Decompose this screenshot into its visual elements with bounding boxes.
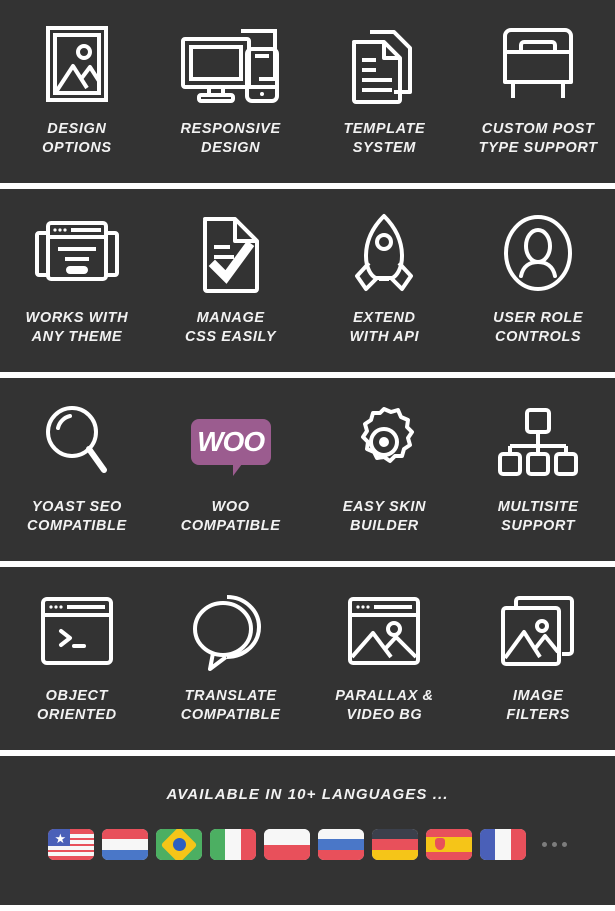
flag-spain[interactable] [426, 829, 472, 860]
speech-bubbles-icon [192, 587, 269, 675]
documents-icon [348, 20, 420, 108]
feature-grid-page: DESIGN OPTIONS RESPONSIVE DESIGN TEMPLAT… [0, 0, 615, 911]
feature-label: IMAGE FILTERS [506, 688, 570, 723]
feature-row-3: YOAST SEO COMPATIBLE WOO WOO COMPATIBLE … [0, 378, 615, 561]
feature-cell-manage-css-easily[interactable]: MANAGE CSS EASILY [154, 189, 308, 372]
flag-russia[interactable] [318, 829, 364, 860]
flag-netherlands[interactable] [102, 829, 148, 860]
feature-label: MULTISITE SUPPORT [497, 499, 579, 534]
flag-poland[interactable] [264, 829, 310, 860]
flag-united-states[interactable]: ★ [48, 829, 94, 860]
woo-badge: WOO [190, 419, 271, 476]
dot [552, 842, 557, 847]
feature-label: USER ROLE CONTROLS [493, 310, 584, 345]
dot [542, 842, 547, 847]
feature-cell-design-options[interactable]: DESIGN OPTIONS [0, 0, 154, 183]
feature-label: DESIGN OPTIONS [42, 121, 112, 156]
archive-box-icon [501, 20, 575, 108]
user-circle-icon [503, 209, 573, 297]
flag-france[interactable] [480, 829, 526, 860]
browser-windows-icon [34, 209, 120, 297]
feature-row-1: DESIGN OPTIONS RESPONSIVE DESIGN TEMPLAT… [0, 0, 615, 183]
image-stack-icon [500, 587, 576, 675]
feature-cell-user-role-controls[interactable]: USER ROLE CONTROLS [461, 189, 615, 372]
woo-logo-icon: WOO [190, 398, 271, 486]
feature-label: TRANSLATE COMPATIBLE [180, 688, 281, 723]
feature-label: EXTEND WITH API [349, 310, 420, 345]
woo-badge-label: WOO [197, 426, 265, 457]
browser-image-icon [347, 587, 421, 675]
flag-germany[interactable] [372, 829, 418, 860]
feature-row-4: OBJECT ORIENTED TRANSLATE COMPATIBLE PAR… [0, 567, 615, 750]
feature-cell-responsive-design[interactable]: RESPONSIVE DESIGN [154, 0, 308, 183]
feature-cell-parallax-video-bg[interactable]: PARALLAX & VIDEO BG [308, 567, 462, 750]
flag-list: ★ [48, 829, 567, 860]
monitor-phone-icon [179, 20, 283, 108]
feature-label: PARALLAX & VIDEO BG [335, 688, 434, 723]
flag-italy[interactable] [210, 829, 256, 860]
feature-label: WORKS WITH ANY THEME [25, 310, 129, 345]
sitemap-icon [498, 398, 579, 486]
feature-cell-image-filters[interactable]: IMAGE FILTERS [461, 567, 615, 750]
languages-title: AVAILABLE IN 10+ LANGUAGES ... [166, 786, 449, 803]
feature-cell-object-oriented[interactable]: OBJECT ORIENTED [0, 567, 154, 750]
feature-cell-custom-post-type[interactable]: CUSTOM POST TYPE SUPPORT [461, 0, 615, 183]
feature-cell-extend-with-api[interactable]: EXTEND WITH API [308, 189, 462, 372]
feature-cell-yoast-seo-compatible[interactable]: YOAST SEO COMPATIBLE [0, 378, 154, 561]
image-frame-icon [45, 20, 108, 108]
bottom-edge [0, 905, 615, 911]
feature-label: EASY SKIN BUILDER [342, 499, 427, 534]
document-check-icon [201, 209, 261, 297]
languages-panel: AVAILABLE IN 10+ LANGUAGES ... ★ [0, 756, 615, 905]
more-languages-indicator [542, 842, 567, 847]
feature-label: RESPONSIVE DESIGN [180, 121, 281, 156]
terminal-window-icon [40, 587, 114, 675]
feature-label: MANAGE CSS EASILY [185, 310, 277, 345]
feature-label: TEMPLATE SYSTEM [343, 121, 426, 156]
rocket-icon [352, 209, 416, 297]
feature-cell-easy-skin-builder[interactable]: EASY SKIN BUILDER [308, 378, 462, 561]
feature-label: YOAST SEO COMPATIBLE [27, 499, 127, 534]
feature-cell-multisite-support[interactable]: MULTISITE SUPPORT [461, 378, 615, 561]
gear-icon [348, 398, 420, 486]
feature-cell-works-with-any-theme[interactable]: WORKS WITH ANY THEME [0, 189, 154, 372]
dot [562, 842, 567, 847]
feature-cell-woo-compatible[interactable]: WOO WOO COMPATIBLE [154, 378, 308, 561]
flag-brazil[interactable] [156, 829, 202, 860]
feature-label: OBJECT ORIENTED [37, 688, 117, 723]
feature-cell-translate-compatible[interactable]: TRANSLATE COMPATIBLE [154, 567, 308, 750]
woo-badge-tail [232, 464, 248, 476]
feature-label: WOO COMPATIBLE [180, 499, 281, 534]
magnifier-icon [44, 398, 110, 486]
feature-cell-template-system[interactable]: TEMPLATE SYSTEM [308, 0, 462, 183]
feature-row-2: WORKS WITH ANY THEME MANAGE CSS EASILY E… [0, 189, 615, 372]
feature-label: CUSTOM POST TYPE SUPPORT [478, 121, 598, 156]
